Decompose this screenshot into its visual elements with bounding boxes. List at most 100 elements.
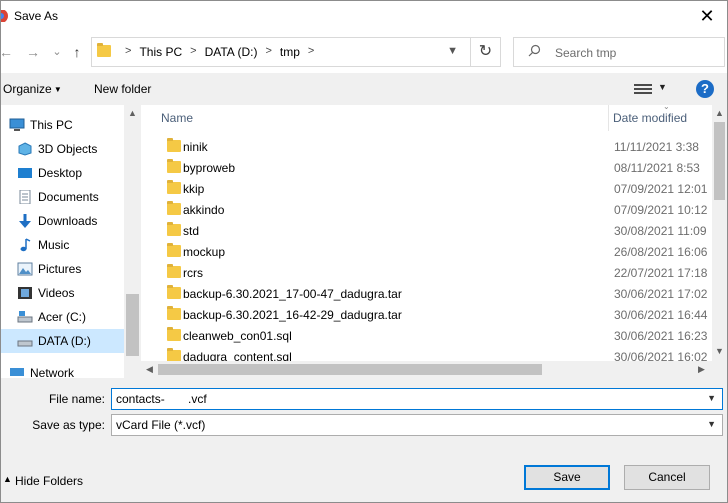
- scroll-up-icon[interactable]: ▲: [128, 108, 137, 118]
- drive-icon: [17, 334, 33, 348]
- sidebar-item-label: This PC: [30, 118, 73, 132]
- forward-icon[interactable]: →: [25, 43, 41, 61]
- file-date: 22/07/2021 17:18: [614, 266, 708, 280]
- back-icon[interactable]: ←: [0, 43, 13, 61]
- list-item[interactable]: mockup 26/08/2021 16:06: [141, 241, 712, 262]
- folder-icon: [167, 159, 181, 173]
- navigation-pane: This PC 3D Objects Desktop Documents Dow…: [1, 105, 141, 378]
- save-as-type-value: vCard File (*.vcf): [116, 418, 206, 432]
- sidebar-item-label: Network: [30, 366, 75, 378]
- file-name: byproweb: [183, 161, 236, 175]
- column-header-name[interactable]: Name: [161, 111, 193, 125]
- scroll-left-icon[interactable]: ◀: [146, 364, 153, 375]
- file-name: rcrs: [183, 266, 203, 280]
- sidebar-item-documents[interactable]: Documents: [1, 185, 124, 209]
- sidebar-item-label: Downloads: [38, 214, 98, 228]
- command-bar: Organize New folder ▼: [1, 73, 727, 105]
- downloads-icon: [17, 214, 33, 228]
- cancel-button-label: Cancel: [648, 470, 686, 484]
- sidebar-item-label: Desktop: [38, 166, 83, 180]
- sidebar-item-videos[interactable]: Videos: [1, 281, 124, 305]
- address-row: ← → ⌄ ↑ > This PC > DATA (D:) > tmp > ▼ …: [0, 32, 727, 73]
- address-bar[interactable]: > This PC > DATA (D:) > tmp > ▼ ↻: [91, 37, 501, 67]
- list-item[interactable]: backup-6.30.2021_17-00-47_dadugra.tar 30/…: [141, 283, 712, 304]
- list-item[interactable]: backup-6.30.2021_16-42-29_dadugra.tar 30/…: [141, 304, 712, 325]
- breadcrumb-data-drive[interactable]: DATA (D:): [205, 45, 258, 59]
- scrollbar-thumb[interactable]: [158, 364, 542, 375]
- column-divider[interactable]: [608, 105, 609, 131]
- list-item[interactable]: cleanweb_con01.sql 30/06/2021 16:23: [141, 325, 712, 346]
- refresh-icon[interactable]: ↻: [470, 38, 500, 66]
- view-dropdown-icon[interactable]: ▼: [658, 82, 667, 92]
- column-header-date-modified[interactable]: Date modified: [613, 111, 687, 125]
- view-options-icon[interactable]: [634, 82, 652, 96]
- documents-icon: [17, 189, 33, 205]
- chevron-down-icon[interactable]: ▼: [707, 393, 716, 403]
- folder-icon: [167, 327, 181, 341]
- file-name: dadugra_content.sql: [183, 350, 292, 361]
- sidebar-item-desktop[interactable]: Desktop: [1, 161, 124, 185]
- file-list-vertical-scrollbar[interactable]: ▲ ▼: [712, 105, 727, 361]
- up-icon[interactable]: ↑: [69, 43, 85, 61]
- list-item[interactable]: std 30/08/2021 11:09: [141, 220, 712, 241]
- list-item[interactable]: dadugra_content.sql 30/06/2021 16:02: [141, 346, 712, 361]
- file-name: cleanweb_con01.sql: [183, 329, 292, 343]
- file-date: 11/11/2021 3:38: [614, 140, 699, 154]
- breadcrumb-separator: >: [307, 45, 315, 57]
- sidebar-item-data-d[interactable]: DATA (D:): [1, 329, 124, 353]
- help-icon[interactable]: ?: [696, 80, 714, 98]
- file-date: 30/06/2021 16:44: [614, 308, 708, 322]
- file-name: backup-6.30.2021_16-42-29_dadugra.tar: [183, 308, 402, 322]
- save-as-dialog: Save As ✕ ← → ⌄ ↑ > This PC > DATA (D:) …: [0, 0, 728, 503]
- desktop-icon: [17, 166, 33, 180]
- music-icon: [17, 238, 33, 252]
- close-icon[interactable]: ✕: [697, 5, 717, 27]
- sidebar-item-pictures[interactable]: Pictures: [1, 257, 124, 281]
- cancel-button[interactable]: Cancel: [624, 465, 710, 490]
- file-date: 26/08/2021 16:06: [614, 245, 708, 259]
- sidebar-item-network[interactable]: Network: [1, 361, 124, 378]
- list-item[interactable]: kkip 07/09/2021 12:01: [141, 178, 712, 199]
- search-input[interactable]: Search tmp: [513, 37, 725, 67]
- list-item[interactable]: ninik 11/11/2021 3:38: [141, 136, 712, 157]
- new-folder-button[interactable]: New folder: [94, 82, 151, 96]
- save-as-type-select[interactable]: vCard File (*.vcf) ▼: [111, 414, 723, 436]
- file-date: 30/06/2021 16:23: [614, 329, 708, 343]
- list-item[interactable]: akkindo 07/09/2021 10:12: [141, 199, 712, 220]
- sidebar-item-this-pc[interactable]: This PC: [1, 113, 124, 137]
- organize-button[interactable]: Organize: [3, 82, 62, 96]
- sidebar-item-music[interactable]: Music: [1, 233, 124, 257]
- save-button[interactable]: Save: [524, 465, 610, 490]
- scroll-right-icon[interactable]: ▶: [698, 364, 705, 375]
- list-item[interactable]: byproweb 08/11/2021 8:53: [141, 157, 712, 178]
- file-date: 30/06/2021 16:02: [614, 350, 708, 361]
- sidebar-item-label: Documents: [38, 190, 99, 204]
- search-placeholder: Search tmp: [555, 46, 617, 60]
- navigation-pane-scrollbar[interactable]: ▲: [124, 105, 141, 378]
- breadcrumb-tmp[interactable]: tmp: [280, 45, 300, 59]
- file-name-field[interactable]: contacts- .vcf ▼: [111, 388, 723, 410]
- chevron-down-icon[interactable]: ▼: [707, 419, 716, 429]
- scroll-down-icon[interactable]: ▼: [715, 346, 724, 356]
- drive-icon: [17, 310, 33, 324]
- chevron-up-icon: ▲: [3, 474, 12, 484]
- folder-icon: [167, 285, 181, 299]
- scrollbar-thumb[interactable]: [714, 122, 725, 200]
- sidebar-item-3d-objects[interactable]: 3D Objects: [1, 137, 124, 161]
- sidebar-item-label: Music: [38, 238, 70, 252]
- pc-icon: [9, 118, 25, 132]
- sidebar-item-downloads[interactable]: Downloads: [1, 209, 124, 233]
- file-date: 07/09/2021 10:12: [614, 203, 708, 217]
- breadcrumb: > This PC > DATA (D:) > tmp >: [117, 45, 322, 59]
- file-list-horizontal-scrollbar[interactable]: ◀ ▶: [141, 361, 727, 378]
- breadcrumb-this-pc[interactable]: This PC: [139, 45, 182, 59]
- list-item[interactable]: rcrs 22/07/2021 17:18: [141, 262, 712, 283]
- address-dropdown-icon[interactable]: ▼: [447, 45, 458, 57]
- sidebar-item-acer-c[interactable]: Acer (C:): [1, 305, 124, 329]
- scroll-up-icon[interactable]: ▲: [715, 108, 724, 118]
- recent-locations-icon[interactable]: ⌄: [51, 43, 63, 61]
- chrome-icon: [1, 10, 9, 22]
- save-as-type-label: Save as type:: [32, 418, 105, 432]
- scrollbar-thumb[interactable]: [126, 294, 139, 356]
- breadcrumb-separator: >: [190, 45, 197, 57]
